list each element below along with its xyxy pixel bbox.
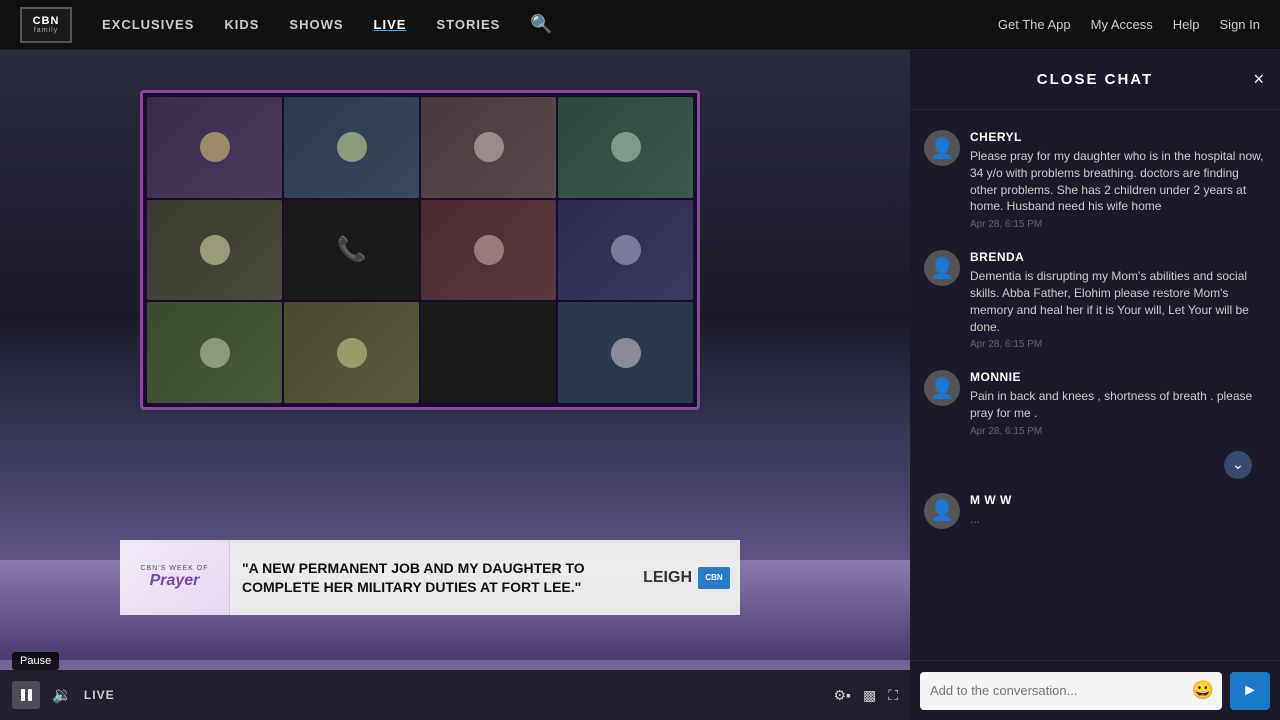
grid-cell xyxy=(147,302,282,403)
chat-username: Monnie xyxy=(970,370,1266,384)
grid-cell xyxy=(421,97,556,198)
chat-input[interactable] xyxy=(920,672,1222,710)
chat-messages: 👤 Cheryl Please pray for my daughter who… xyxy=(910,110,1280,660)
lower-name-area: LEIGH CBN xyxy=(643,567,740,589)
lower-third: CBN'S WEEK of Prayer "A NEW PERMANENT JO… xyxy=(120,540,740,615)
grid-cell xyxy=(284,302,419,403)
settings-button[interactable]: ⚙▪ xyxy=(833,687,851,704)
chat-text: ... xyxy=(970,511,1266,528)
chat-input-area: 😀 ► xyxy=(910,660,1280,720)
logo-area[interactable]: CBN family xyxy=(20,7,72,43)
header-right: Get The App My Access Help Sign In xyxy=(998,17,1260,32)
grid-cell xyxy=(421,200,556,301)
chat-text: Dementia is disrupting my Mom's abilitie… xyxy=(970,268,1266,335)
nav-kids[interactable]: KIDS xyxy=(224,17,259,32)
avatar: 👤 xyxy=(924,130,960,166)
nav-shows[interactable]: SHOWS xyxy=(289,17,343,32)
prayer-logo: CBN'S WEEK of Prayer xyxy=(120,540,230,615)
emoji-icon[interactable]: 😀 xyxy=(1192,680,1214,701)
live-badge: LIVE xyxy=(84,688,115,702)
chat-time: Apr 28, 6:15 PM xyxy=(970,219,1266,230)
chat-header: CLOSE CHAT × xyxy=(910,50,1280,110)
chat-message: 👤 m w w ... xyxy=(910,483,1280,539)
chat-title: CLOSE CHAT xyxy=(1037,71,1153,88)
chat-time: Apr 28, 6:15 PM xyxy=(970,426,1266,437)
user-icon: 👤 xyxy=(930,498,955,523)
video-controls: 🔉 LIVE ⚙▪ ▩ ⛶ xyxy=(0,670,910,720)
chat-username: BRENDA xyxy=(970,250,1266,264)
chat-username: Cheryl xyxy=(970,130,1266,144)
avatar: 👤 xyxy=(924,370,960,406)
avatar: 👤 xyxy=(924,250,960,286)
prayer-logo-top: CBN'S WEEK of xyxy=(140,565,208,572)
grid-cell xyxy=(147,200,282,301)
my-access-link[interactable]: My Access xyxy=(1091,17,1153,32)
chat-text: Pain in back and knees , shortness of br… xyxy=(970,388,1266,422)
video-placeholder: 📞 CBN'S WEEK of Prayer "A NEW PERMANENT … xyxy=(0,50,910,720)
chat-text: Please pray for my daughter who is in th… xyxy=(970,148,1266,215)
main-nav: EXCLUSIVES KIDS SHOWS LIVE STORIES 🔍 xyxy=(102,14,998,35)
main-content: 📞 CBN'S WEEK of Prayer "A NEW PERMANENT … xyxy=(0,50,1280,720)
help-link[interactable]: Help xyxy=(1173,17,1200,32)
grid-cell xyxy=(558,302,693,403)
user-icon: 👤 xyxy=(930,256,955,281)
avatar: 👤 xyxy=(924,493,960,529)
send-button[interactable]: ► xyxy=(1230,672,1270,710)
sign-in-link[interactable]: Sign In xyxy=(1220,17,1260,32)
send-icon: ► xyxy=(1242,682,1258,700)
pip-button[interactable]: ▩ xyxy=(863,687,876,704)
scroll-down-button[interactable]: ⌄ xyxy=(1224,451,1252,479)
lower-third-text: "A NEW PERMANENT JOB AND MY DAUGHTER TO … xyxy=(230,551,643,603)
chat-content: BRENDA Dementia is disrupting my Mom's a… xyxy=(970,250,1266,350)
chat-input-wrapper: 😀 xyxy=(920,672,1222,710)
chat-content: Monnie Pain in back and knees , shortnes… xyxy=(970,370,1266,437)
cbn-badge-text: CBN xyxy=(705,573,722,582)
chat-message: 👤 BRENDA Dementia is disrupting my Mom's… xyxy=(910,240,1280,360)
grid-cell xyxy=(558,200,693,301)
grid-cell xyxy=(147,97,282,198)
chat-content: Cheryl Please pray for my daughter who i… xyxy=(970,130,1266,230)
chat-content: m w w ... xyxy=(970,493,1266,528)
fullscreen-button[interactable]: ⛶ xyxy=(888,687,898,704)
logo-family: family xyxy=(34,27,58,34)
grid-cell-call xyxy=(421,302,556,403)
logo-cbn: CBN xyxy=(33,15,60,27)
get-app-link[interactable]: Get The App xyxy=(998,17,1071,32)
nav-live[interactable]: LIVE xyxy=(374,17,407,32)
pause-button[interactable] xyxy=(12,681,40,709)
cbn-badge: CBN xyxy=(698,567,730,589)
close-chat-button[interactable]: × xyxy=(1253,69,1264,90)
grid-cell-call: 📞 xyxy=(284,200,419,301)
user-icon: 👤 xyxy=(930,376,955,401)
lower-name: LEIGH xyxy=(643,569,692,587)
nav-stories[interactable]: STORIES xyxy=(436,17,500,32)
chat-panel: CLOSE CHAT × 👤 Cheryl Please pray for my… xyxy=(910,50,1280,720)
chat-username: m w w xyxy=(970,493,1266,507)
video-panel: 📞 CBN'S WEEK of Prayer "A NEW PERMANENT … xyxy=(0,50,910,720)
search-icon[interactable]: 🔍 xyxy=(530,14,552,35)
chat-message: 👤 Cheryl Please pray for my daughter who… xyxy=(910,120,1280,240)
header: CBN family EXCLUSIVES KIDS SHOWS LIVE ST… xyxy=(0,0,1280,50)
chat-time: Apr 28, 6:15 PM xyxy=(970,339,1266,350)
prayer-logo-main: Prayer xyxy=(150,572,200,590)
user-icon: 👤 xyxy=(930,136,955,161)
grid-cell xyxy=(284,97,419,198)
logo-box: CBN family xyxy=(20,7,72,43)
video-call-screen: 📞 xyxy=(140,90,700,410)
volume-button[interactable]: 🔉 xyxy=(52,685,72,705)
grid-cell xyxy=(558,97,693,198)
pause-tooltip: Pause xyxy=(12,652,59,670)
chat-message: 👤 Monnie Pain in back and knees , shortn… xyxy=(910,360,1280,447)
nav-exclusives[interactable]: EXCLUSIVES xyxy=(102,17,194,32)
